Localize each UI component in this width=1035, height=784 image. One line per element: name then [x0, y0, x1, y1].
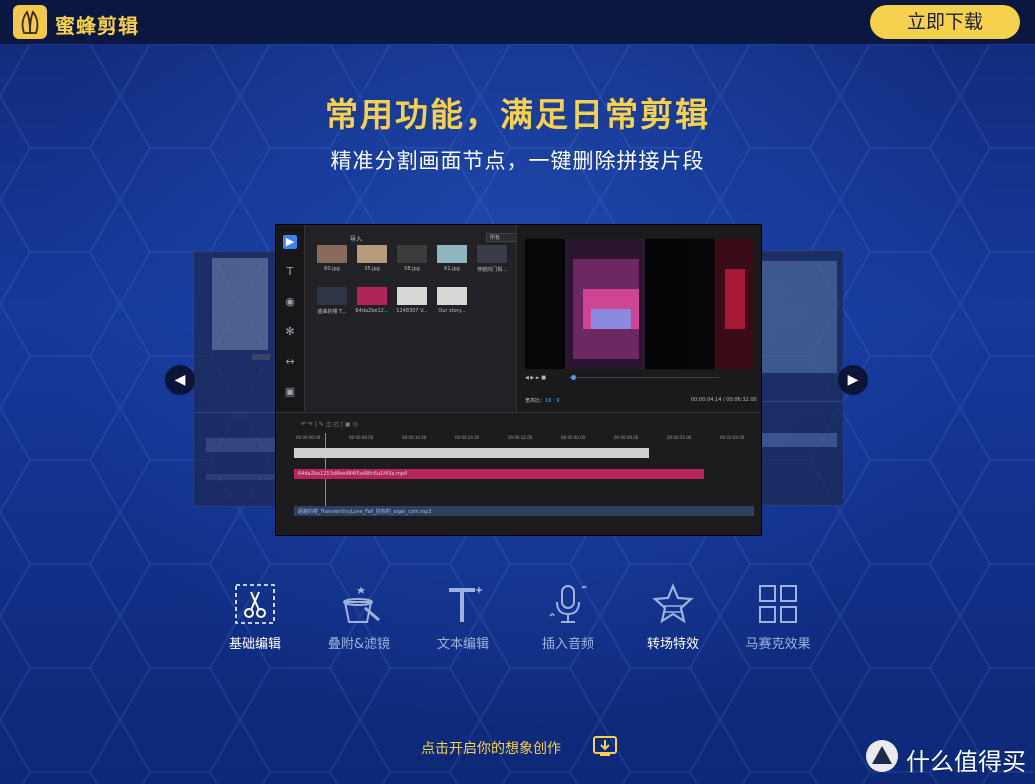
- ruler-tick-label: 00:00:16.00: [402, 435, 427, 440]
- media-thumbnail-label: 58.jpg: [404, 266, 420, 272]
- cta-link[interactable]: 点击开启你的想象创作: [421, 738, 561, 758]
- media-thumbnail-label: 61.jpg: [444, 266, 460, 272]
- media-thumbnail[interactable]: [437, 287, 467, 305]
- filter-tool-icon[interactable]: ◉: [283, 295, 297, 309]
- next-slide-preview[interactable]: [752, 250, 844, 506]
- feature-label: 文本编辑: [436, 637, 489, 652]
- editor-screenshot: ▶ T ◉ ✻ ↔ ▣ 导入 所有 60.jpg 35.jpg 58.jpg 61.j…: [275, 224, 762, 536]
- time-readout: 00:00:04.14 / 00:06:32.00: [691, 397, 757, 403]
- aspect-label: 宽高比：: [525, 398, 546, 404]
- watermark-text: 什么值得买: [906, 748, 1026, 776]
- feature-tab-6[interactable]: 马赛克效果: [733, 582, 823, 654]
- carousel-next-button[interactable]: ▶: [838, 365, 868, 395]
- media-library-panel: 导入 所有 60.jpg 35.jpg 58.jpg 61.jpg 穿越的门相... 盛曲…: [305, 225, 524, 411]
- media-thumbnail-label: 35.jpg: [364, 266, 380, 272]
- mosaic-icon: [756, 582, 800, 626]
- media-thumbnail-label: 盛曲的楼 T...: [317, 309, 347, 315]
- ruler-tick-label: 00:01:04.00: [720, 435, 745, 440]
- playback-controls[interactable]: ◀ ▶ ► ■: [525, 375, 546, 381]
- ruler-tick-label: 00:00:40.00: [561, 435, 586, 440]
- feature-label: 插入音频: [541, 637, 594, 652]
- download-icon[interactable]: [592, 734, 618, 758]
- transition-tool-icon[interactable]: ↔: [283, 355, 297, 369]
- media-thumbnail-label: 60.jpg: [324, 266, 340, 272]
- media-thumbnail-label: Our story...: [438, 308, 466, 314]
- progress-handle[interactable]: [571, 375, 576, 380]
- feature-label: 基础编辑: [228, 637, 281, 652]
- preview-panel: ◀ ▶ ► ■ 宽高比：16 : 9 00:00:04.14 / 00:06:3…: [516, 225, 761, 411]
- media-thumbnail[interactable]: [397, 287, 427, 305]
- audio-track-label: 超越的楼_TransientinyLove_Fall_授权的_aigei_com…: [298, 509, 432, 515]
- feature-tab-2[interactable]: 叠附&滤镜: [314, 582, 404, 654]
- media-thumbnail[interactable]: [397, 245, 427, 263]
- carousel-prev-button[interactable]: ◀: [165, 365, 195, 395]
- feature-tab-1[interactable]: 基础编辑: [210, 582, 300, 654]
- page-subtitle: 精准分割画面节点，一键删除拼接片段: [330, 149, 705, 173]
- feature-label: 马赛克效果: [745, 637, 811, 652]
- timeline-panel: ↶ ↷ | ✎ ◫ ◰ | ▣ ◷ 00:00:00.00 00:00:08.00…: [276, 412, 761, 535]
- scissors-icon: [233, 582, 277, 626]
- media-thumbnail[interactable]: [477, 245, 507, 263]
- watermark-logo-icon: [866, 740, 898, 772]
- previous-slide-preview[interactable]: [193, 251, 285, 507]
- media-thumbnail[interactable]: [317, 245, 347, 263]
- top-bar: 蜜蜂剪辑 立即下载: [0, 0, 1035, 44]
- text-icon: [441, 582, 485, 626]
- mosaic-tool-icon[interactable]: ▣: [283, 385, 297, 399]
- microphone-icon: [546, 582, 590, 626]
- ruler-tick-label: 00:00:00.00: [296, 435, 321, 440]
- feature-tab-5[interactable]: 转场特效: [628, 582, 718, 654]
- media-thumbnail[interactable]: [357, 245, 387, 263]
- ruler-tick-label: 00:00:24.00: [455, 435, 480, 440]
- text-tool-icon[interactable]: T: [283, 265, 297, 279]
- feature-tab-4[interactable]: 插入音频: [523, 582, 613, 654]
- ruler-tick-label: 00:00:32.00: [508, 435, 533, 440]
- star-icon: [651, 582, 695, 626]
- image-track[interactable]: [294, 448, 649, 458]
- ruler-tick-label: 00:00:56.00: [667, 435, 692, 440]
- feature-tab-3[interactable]: 文本编辑: [418, 582, 508, 654]
- media-tool-icon[interactable]: ▶: [283, 235, 297, 249]
- timeline-toolbar[interactable]: ↶ ↷ | ✎ ◫ ◰ | ▣ ◷: [301, 421, 358, 428]
- editor-tool-sidebar: ▶ T ◉ ✻ ↔ ▣: [276, 225, 305, 411]
- feature-label: 叠附&滤镜: [327, 637, 391, 652]
- media-thumbnail[interactable]: [317, 287, 347, 305]
- media-thumbnail-label: 穿越的门相...: [477, 267, 507, 273]
- chevron-right-icon: ▶: [847, 372, 859, 388]
- progress-track[interactable]: [569, 377, 719, 378]
- media-thumbnail-label: 1248307 V...: [396, 308, 428, 314]
- ruler-tick-label: 00:00:08.00: [349, 435, 374, 440]
- app-name: 蜜蜂剪辑: [55, 14, 139, 38]
- download-button[interactable]: 立即下载: [870, 5, 1020, 39]
- aspect-value[interactable]: 16 : 9: [545, 398, 559, 404]
- page-title: 常用功能，满足日常剪辑: [325, 95, 710, 134]
- magic-hat-icon: [337, 582, 381, 626]
- media-thumbnail-label: 64da2be12...: [355, 308, 389, 314]
- video-track-label: 64da2be1253d4be484f5a48fc6a1f43a.mp4: [298, 471, 408, 477]
- import-button[interactable]: 导入: [350, 234, 362, 243]
- feature-label: 转场特效: [646, 637, 699, 652]
- media-thumbnail[interactable]: [357, 287, 387, 305]
- ruler-tick-label: 00:00:48.00: [614, 435, 639, 440]
- preview-video-frame: [525, 239, 753, 369]
- chevron-left-icon: ◀: [174, 372, 186, 388]
- effects-tool-icon[interactable]: ✻: [283, 325, 297, 339]
- bee-logo-icon: [13, 5, 47, 39]
- media-thumbnail[interactable]: [437, 245, 467, 263]
